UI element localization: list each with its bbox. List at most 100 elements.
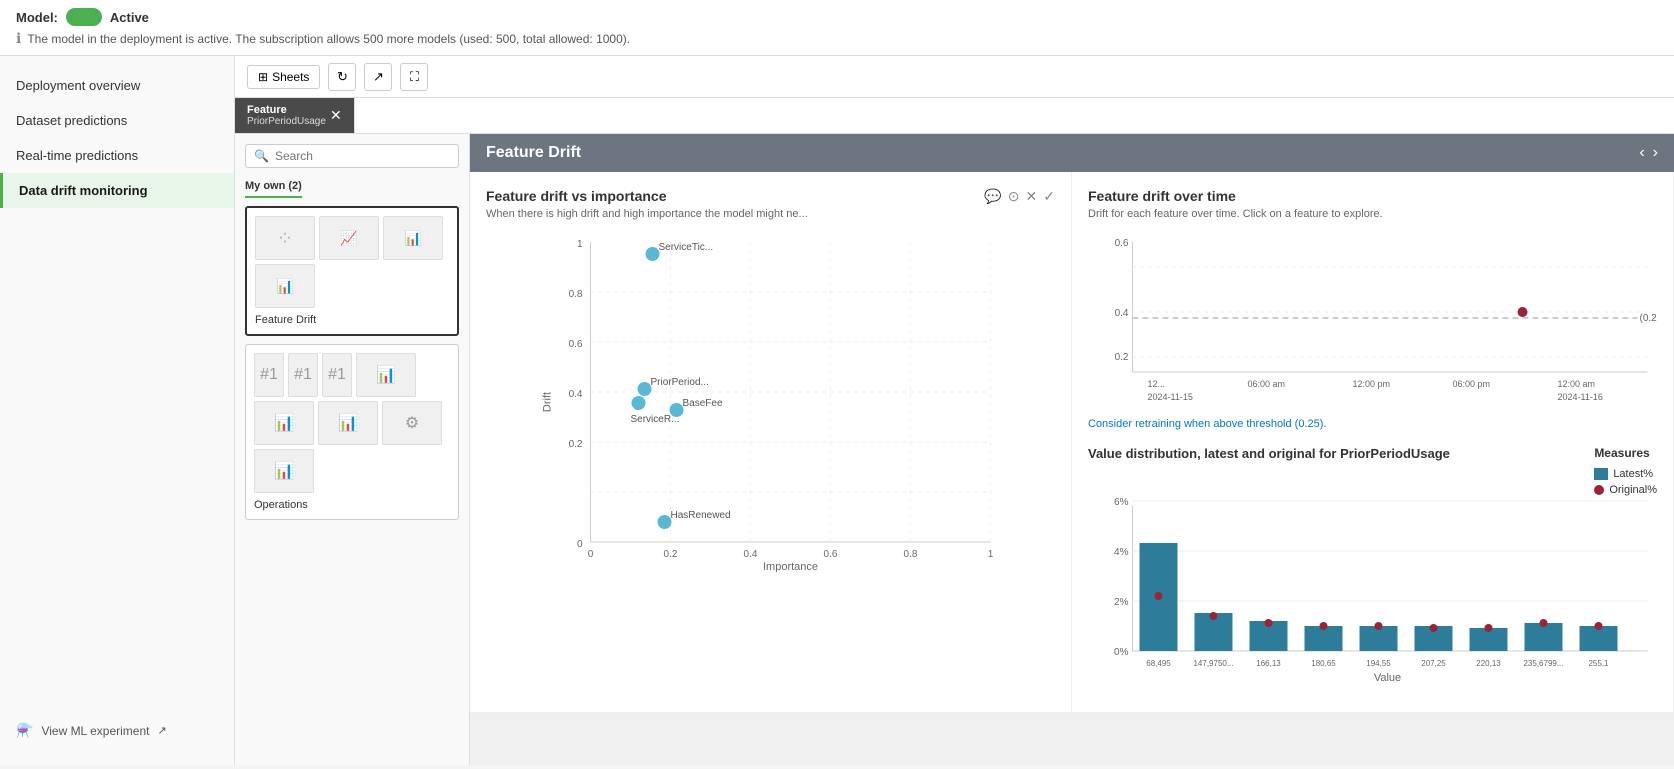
operations-card[interactable]: #1 #1 #1 📊 📊 📊 ⚙ 📊 Operations bbox=[245, 344, 459, 520]
svg-text:1: 1 bbox=[577, 239, 583, 250]
check-icon-btn[interactable]: ✓ bbox=[1043, 188, 1055, 205]
search-box[interactable]: 🔍 bbox=[245, 144, 459, 168]
model-toggle[interactable] bbox=[66, 8, 102, 26]
svg-text:0.2: 0.2 bbox=[664, 549, 678, 560]
svg-text:235,6799...: 235,6799... bbox=[1523, 659, 1563, 668]
comment-icon-btn[interactable]: 💬 bbox=[984, 188, 1001, 205]
svg-text:0.2: 0.2 bbox=[569, 439, 583, 450]
fd-prev-btn[interactable]: ‹ bbox=[1639, 144, 1644, 162]
viz-grid: Feature drift vs importance When there i… bbox=[470, 172, 1674, 713]
scatter-toolbar: 💬 ⊙ ✕ ✓ bbox=[984, 188, 1055, 205]
point-priorperiod[interactable] bbox=[638, 382, 652, 396]
svg-text:12:00 am: 12:00 am bbox=[1558, 379, 1596, 389]
close-icon-btn[interactable]: ✕ bbox=[1026, 188, 1038, 205]
sidebar-item-realtime-predictions[interactable]: Real-time predictions bbox=[0, 138, 234, 173]
scatter-panel: Feature drift vs importance When there i… bbox=[470, 172, 1072, 713]
svg-text:2%: 2% bbox=[1114, 597, 1129, 608]
point-servicer[interactable] bbox=[632, 396, 646, 410]
svg-text:220,13: 220,13 bbox=[1476, 659, 1501, 668]
search-input[interactable] bbox=[275, 149, 450, 163]
toolbar: ⊞ Sheets ↻ ↗ ⛶ bbox=[235, 56, 1674, 98]
time-title: Feature drift over time bbox=[1088, 188, 1657, 204]
thumb-line: 📈 bbox=[319, 216, 379, 260]
sheets-button[interactable]: ⊞ Sheets bbox=[247, 65, 320, 89]
svg-text:12:00 pm: 12:00 pm bbox=[1353, 379, 1391, 389]
model-label: Model: bbox=[16, 10, 58, 25]
legend-original: Original% bbox=[1594, 484, 1657, 496]
svg-text:0.4: 0.4 bbox=[1115, 308, 1129, 319]
svg-text:255,1: 255,1 bbox=[1588, 659, 1609, 668]
view-experiment-button[interactable]: ⚗️ View ML experiment ↗ bbox=[0, 712, 235, 749]
scatter-panel-top: Feature drift vs importance When there i… bbox=[486, 188, 1055, 232]
ops-thumb-6: 📊 bbox=[318, 401, 378, 445]
scatter-chart: 1 0.8 0.6 0.4 0.2 0 0 0.2 0.4 0.6 bbox=[486, 232, 1055, 572]
feature-drift-card-title: Feature Drift bbox=[255, 314, 449, 326]
tab-title: Feature bbox=[247, 104, 326, 116]
main-layout: Deployment overview Dataset predictions … bbox=[0, 56, 1674, 765]
info-bar: ℹ The model in the deployment is active.… bbox=[16, 30, 1658, 47]
legend-original-label: Original% bbox=[1609, 484, 1657, 496]
ops-thumb-5: 📊 bbox=[254, 401, 314, 445]
time-chart: (0.25) 0.6 0.4 0.2 12... 06:00 am 12:00 … bbox=[1088, 232, 1657, 412]
external-link-icon: ↗ bbox=[157, 724, 166, 737]
fd-next-btn[interactable]: › bbox=[1653, 144, 1658, 162]
svg-text:180,65: 180,65 bbox=[1311, 659, 1336, 668]
svg-text:68,495: 68,495 bbox=[1146, 659, 1171, 668]
dot-8 bbox=[1540, 619, 1548, 627]
dot-2 bbox=[1210, 612, 1218, 620]
retrain-note: Consider retraining when above threshold… bbox=[1088, 418, 1657, 430]
svg-text:2024-11-15: 2024-11-15 bbox=[1148, 392, 1193, 402]
svg-text:0.6: 0.6 bbox=[1115, 238, 1129, 249]
feature-drift-thumbnails: ⁘ 📈 📊 📊 bbox=[255, 216, 449, 308]
dist-chart: 6% 4% 2% 0% bbox=[1088, 496, 1657, 696]
sheets-label: Sheets bbox=[272, 70, 309, 84]
view-experiment-label: View ML experiment bbox=[41, 724, 149, 738]
content-area: ⊞ Sheets ↻ ↗ ⛶ Feature PriorPeriodUsage … bbox=[235, 56, 1674, 765]
sheets-area: 🔍 My own (2) ⁘ 📈 📊 📊 Feature Drift bbox=[235, 134, 1674, 765]
dist-title: Value distribution, latest and original … bbox=[1088, 446, 1450, 461]
flask-icon: ⚗️ bbox=[16, 722, 33, 739]
svg-text:(0.25): (0.25) bbox=[1640, 313, 1658, 324]
svg-text:06:00 pm: 06:00 pm bbox=[1453, 379, 1491, 389]
sheets-grid-icon: ⊞ bbox=[258, 70, 268, 84]
refresh-icon-btn[interactable]: ↻ bbox=[328, 63, 356, 91]
dot-9 bbox=[1595, 622, 1603, 630]
svg-text:2024-11-16: 2024-11-16 bbox=[1558, 392, 1603, 402]
dot-6 bbox=[1430, 624, 1438, 632]
feature-drift-header: Feature Drift ‹ › bbox=[470, 134, 1674, 172]
model-status: Model: Active bbox=[16, 8, 1658, 26]
sidebar-item-deployment-overview[interactable]: Deployment overview bbox=[0, 68, 234, 103]
dot-3 bbox=[1265, 619, 1273, 627]
point-hasrenewed[interactable] bbox=[658, 515, 672, 529]
time-data-point[interactable] bbox=[1518, 307, 1528, 317]
feature-tab[interactable]: Feature PriorPeriodUsage ✕ bbox=[235, 98, 355, 133]
point-basefee[interactable] bbox=[670, 403, 684, 417]
scatter-subtitle: When there is high drift and high import… bbox=[486, 208, 808, 220]
scatter-svg: 1 0.8 0.6 0.4 0.2 0 0 0.2 0.4 0.6 bbox=[486, 232, 1055, 572]
dist-panel-top: Value distribution, latest and original … bbox=[1088, 446, 1657, 496]
svg-text:0: 0 bbox=[577, 539, 583, 550]
sidebar-item-data-drift-monitoring[interactable]: Data drift monitoring bbox=[0, 173, 234, 208]
fullscreen-icon-btn[interactable]: ⛶ bbox=[400, 63, 428, 91]
svg-text:Value: Value bbox=[1374, 672, 1401, 684]
ops-thumb-7: 📊 bbox=[254, 449, 314, 493]
svg-text:PriorPeriod...: PriorPeriod... bbox=[651, 377, 709, 388]
dot-7 bbox=[1485, 624, 1493, 632]
tab-bar: Feature PriorPeriodUsage ✕ bbox=[235, 98, 1674, 134]
viz-area: Feature Drift ‹ › Feature drift vs impor… bbox=[470, 134, 1674, 765]
point-servicetic[interactable] bbox=[646, 247, 660, 261]
share-icon-btn[interactable]: ↗ bbox=[364, 63, 392, 91]
svg-text:0.6: 0.6 bbox=[569, 339, 583, 350]
bar-8 bbox=[1525, 623, 1563, 651]
operations-thumbnails: #1 #1 #1 📊 📊 📊 ⚙ 📊 bbox=[254, 353, 450, 493]
svg-text:0.8: 0.8 bbox=[569, 289, 583, 300]
legend-original-color bbox=[1594, 485, 1604, 495]
sidebar-item-dataset-predictions[interactable]: Dataset predictions bbox=[0, 103, 234, 138]
svg-text:6%: 6% bbox=[1114, 497, 1129, 508]
feature-drift-card[interactable]: ⁘ 📈 📊 📊 Feature Drift bbox=[245, 206, 459, 336]
tab-close-icon[interactable]: ✕ bbox=[330, 107, 342, 124]
svg-text:BaseFee: BaseFee bbox=[683, 398, 723, 409]
target-icon-btn[interactable]: ⊙ bbox=[1008, 188, 1020, 205]
svg-text:Drift: Drift bbox=[542, 392, 554, 412]
ops-thumb-2: #1 bbox=[288, 353, 318, 397]
